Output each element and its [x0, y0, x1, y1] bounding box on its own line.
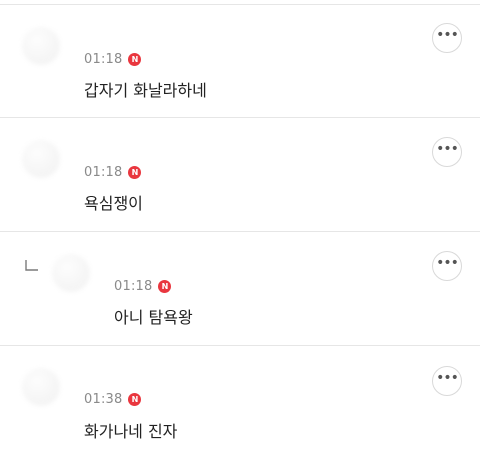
avatar[interactable] — [22, 140, 60, 178]
comment-item: 01:38 N 화가나네 진자 ••• — [0, 346, 480, 454]
comment-text: 욕심쟁이 — [84, 194, 143, 213]
more-horizontal-icon: ••• — [436, 141, 459, 157]
new-badge: N — [128, 392, 142, 406]
reply-arrow-icon — [25, 260, 38, 271]
more-options-button[interactable]: ••• — [432, 366, 462, 396]
comment-time: 01:18 — [84, 164, 123, 180]
more-horizontal-icon: ••• — [436, 370, 459, 386]
comment-text: 화가나네 진자 — [84, 422, 178, 441]
comment-meta: 01:18 N — [84, 50, 142, 68]
more-horizontal-icon: ••• — [436, 255, 459, 271]
comment-list: 01:18 N 갑자기 화날라하네 ••• 01:18 N 욕심쟁이 ••• 0… — [0, 0, 480, 454]
more-options-button[interactable]: ••• — [432, 23, 462, 53]
new-badge: N — [128, 165, 142, 179]
comment-item: 01:18 N 욕심쟁이 ••• — [0, 118, 480, 231]
more-options-button[interactable]: ••• — [432, 137, 462, 167]
comment-text: 아니 탐욕왕 — [114, 308, 193, 327]
comment-meta: 01:18 N — [84, 163, 142, 181]
more-horizontal-icon: ••• — [436, 27, 459, 43]
comment-item: 01:18 N 갑자기 화날라하네 ••• — [0, 5, 480, 118]
comment-text: 갑자기 화날라하네 — [84, 81, 207, 100]
reply-item: 01:18 N 아니 탐욕왕 ••• — [0, 232, 480, 345]
more-options-button[interactable]: ••• — [432, 251, 462, 281]
avatar[interactable] — [22, 368, 60, 406]
new-badge: N — [158, 279, 172, 293]
new-badge: N — [128, 52, 142, 66]
avatar[interactable] — [22, 27, 60, 65]
comment-time: 01:38 — [84, 391, 123, 407]
comment-time: 01:18 — [84, 51, 123, 67]
comment-time: 01:18 — [114, 278, 153, 294]
comment-meta: 01:38 N — [84, 390, 142, 408]
comment-meta: 01:18 N — [114, 277, 172, 295]
avatar[interactable] — [52, 254, 90, 292]
